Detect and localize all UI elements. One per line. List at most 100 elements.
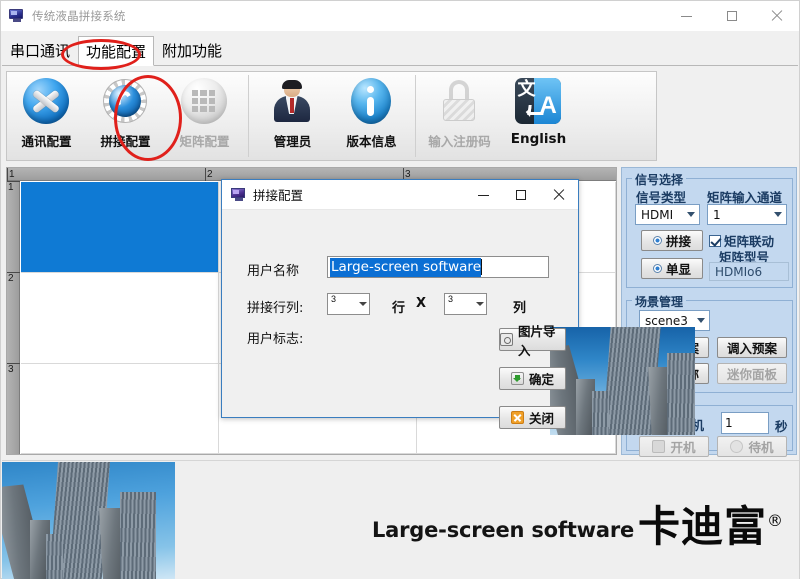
multiply-symbol: X <box>416 296 426 311</box>
user-logo-preview[interactable] <box>550 327 695 435</box>
toolbar-button-enter-license: 输入注册码 <box>420 72 499 160</box>
single-display-button[interactable]: 单显 <box>641 258 703 279</box>
tab-function-config[interactable]: 功能配置 <box>78 36 154 66</box>
tab-strip: 串口通讯 功能配置 附加功能 <box>2 32 798 66</box>
brand-chinese-name: 卡迪富® <box>638 507 784 547</box>
administrator-icon <box>269 78 317 126</box>
minimize-button[interactable] <box>664 1 709 31</box>
title-bar: 传统液晶拼接系统 <box>1 1 799 31</box>
dialog-minimize-button[interactable] <box>464 180 502 210</box>
chevron-down-icon <box>697 318 705 323</box>
rows-select[interactable]: 3 <box>327 293 370 315</box>
registered-trademark-symbol: ® <box>767 511 784 530</box>
radio-dot-icon <box>653 236 662 245</box>
brand-english-name: Large-screen software <box>372 518 634 547</box>
dialog-close-button[interactable] <box>540 180 578 210</box>
splice-mode-button[interactable]: 拼接 <box>641 230 703 251</box>
toolbar-button-splice-config[interactable]: 拼接配置 <box>86 72 165 160</box>
signal-selection-caption: 信号选择 <box>632 171 686 188</box>
toolbar-separator <box>415 75 416 157</box>
username-value: Large-screen software <box>330 258 481 277</box>
info-icon <box>348 78 396 126</box>
load-preset-button[interactable]: 调入预案 <box>717 337 787 358</box>
grid-row-header[interactable]: 1 <box>7 181 20 272</box>
power-on-button: 开机 <box>639 436 709 457</box>
username-input[interactable]: Large-screen software <box>327 256 549 278</box>
grid-column-header[interactable]: 1 <box>7 168 205 181</box>
save-download-icon <box>511 372 524 385</box>
delay-seconds-input[interactable]: 1 <box>721 412 769 434</box>
tab-serial-communication[interactable]: 串口通讯 <box>2 36 78 65</box>
app-monitor-icon <box>9 9 25 23</box>
chevron-down-icon <box>359 302 367 306</box>
cols-unit-label: 列 <box>513 297 526 316</box>
lock-icon <box>436 78 484 126</box>
grid-row-header[interactable]: 2 <box>7 272 20 363</box>
close-x-icon <box>511 411 524 424</box>
window-controls <box>664 1 799 31</box>
row-col-label: 拼接行列: <box>247 297 303 316</box>
toolbar-label: 管理员 <box>274 131 312 150</box>
scene-value: scene3 <box>645 314 688 328</box>
dialog-title: 拼接配置 <box>253 185 303 204</box>
user-logo-label: 用户标志: <box>247 328 303 347</box>
toolbar-separator <box>248 75 249 157</box>
matrix-channel-select[interactable]: 1 <box>707 204 787 225</box>
translate-icon: 文A <box>515 78 563 126</box>
standby-button: 待机 <box>717 436 787 457</box>
grid-cell-r3c1[interactable] <box>21 364 219 454</box>
grid-cell-r2c1[interactable] <box>21 273 219 364</box>
signal-type-value: HDMI <box>641 208 673 222</box>
toolbar-label: English <box>511 131 566 147</box>
signal-type-select[interactable]: HDMI <box>635 204 700 225</box>
rows-unit-label: 行 <box>392 297 405 316</box>
chevron-down-icon <box>774 212 782 217</box>
toolbar-label: 矩阵配置 <box>179 131 229 150</box>
brand-lockup: Large-screen software 卡迪富® <box>372 507 784 547</box>
checkbox-icon <box>709 235 721 247</box>
close-dialog-button[interactable]: 关闭 <box>499 406 566 429</box>
close-button[interactable] <box>754 1 799 31</box>
bottom-banner: Large-screen software 卡迪富® <box>2 460 799 579</box>
single-display-label: 单显 <box>666 259 691 278</box>
toolbar-button-administrator[interactable]: 管理员 <box>253 72 332 160</box>
mini-panel-button: 迷你面板 <box>717 363 787 384</box>
grid-row-headers: 1 2 3 <box>7 181 20 454</box>
brand-chinese-text: 卡迪富 <box>638 502 767 551</box>
chevron-down-icon <box>687 212 695 217</box>
toolbar-group-license: 输入注册码 文A English <box>420 72 578 160</box>
tab-additional-function[interactable]: 附加功能 <box>154 36 230 65</box>
splice-mode-label: 拼接 <box>666 231 691 250</box>
username-label: 用户名称 <box>247 260 299 279</box>
matrix-model-value: HDMIo6 <box>709 262 789 281</box>
toolbar-button-version-info[interactable]: 版本信息 <box>332 72 411 160</box>
dialog-body: 用户名称 Large-screen software 拼接行列: 3 行 X 3… <box>222 210 578 418</box>
window-title: 传统液晶拼接系统 <box>32 8 126 24</box>
cols-select[interactable]: 3 <box>444 293 487 315</box>
confirm-label: 确定 <box>529 369 554 388</box>
radio-dot-icon <box>653 264 662 273</box>
cols-value: 3 <box>447 294 453 304</box>
bulb-icon <box>730 440 743 453</box>
image-import-icon <box>500 333 513 346</box>
dialog-window-controls <box>464 180 578 210</box>
dialog-monitor-icon <box>231 188 246 201</box>
standby-label: 待机 <box>748 437 773 456</box>
text-caret <box>481 259 482 275</box>
gear-swirl-icon <box>102 78 150 126</box>
toolbar-group-config: 通讯配置 拼接配置 矩阵配置 <box>7 72 244 160</box>
grid-row-header[interactable]: 3 <box>7 363 20 454</box>
maximize-button[interactable] <box>709 1 754 31</box>
import-image-button[interactable]: 图片导入 <box>499 328 566 351</box>
grid-cell-r1c1[interactable] <box>21 182 219 273</box>
delay-unit-label: 秒 <box>775 416 788 435</box>
dialog-title-bar: 拼接配置 <box>222 180 578 210</box>
toolbar-button-communication-config[interactable]: 通讯配置 <box>7 72 86 160</box>
toolbar-button-english[interactable]: 文A English <box>499 72 578 160</box>
close-dialog-label: 关闭 <box>529 408 554 427</box>
confirm-button[interactable]: 确定 <box>499 367 566 390</box>
dialog-maximize-button[interactable] <box>502 180 540 210</box>
banner-skyscraper-photo <box>2 462 175 579</box>
scene-management-caption: 场景管理 <box>632 293 686 310</box>
application-window: 传统液晶拼接系统 串口通讯 功能配置 附加功能 通讯配置 拼接配置 <box>0 0 800 579</box>
